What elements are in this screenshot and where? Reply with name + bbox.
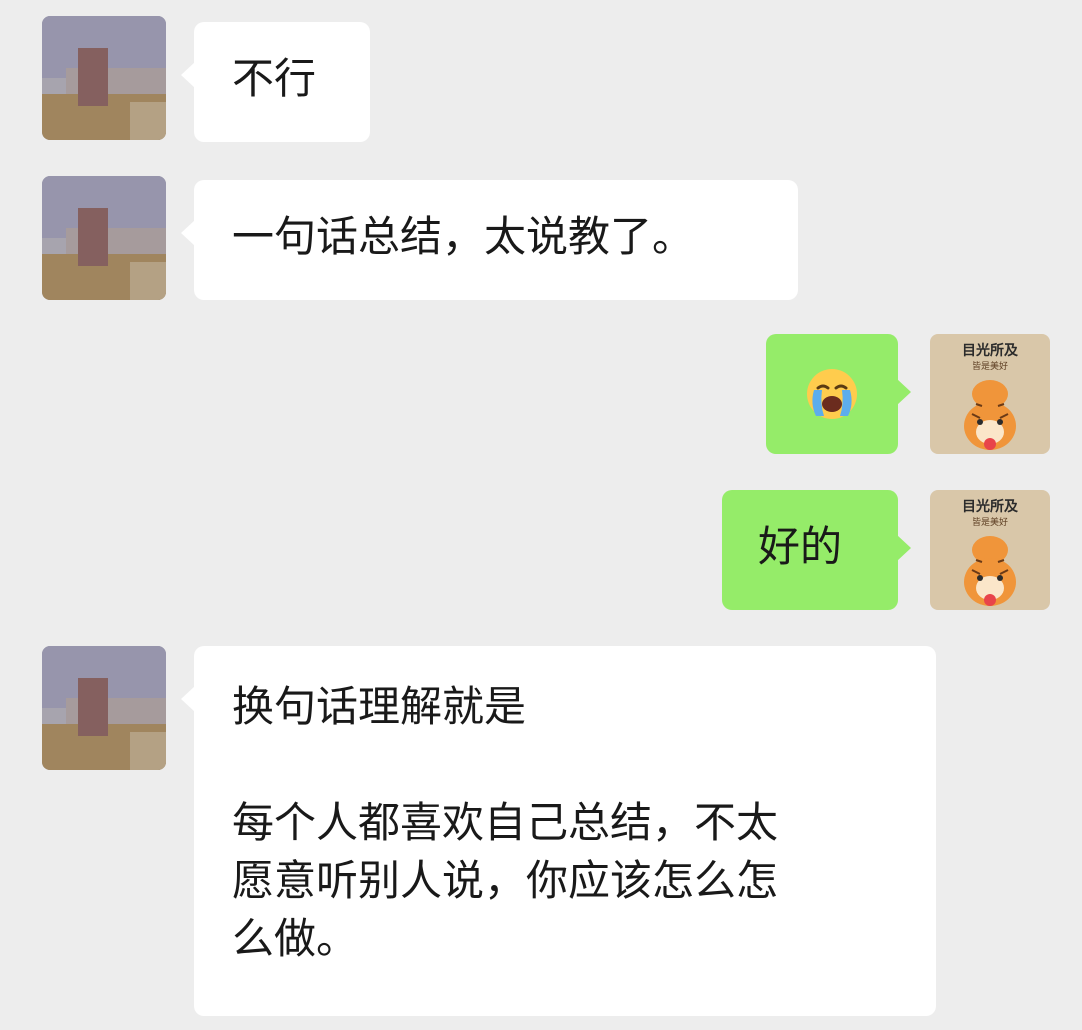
message-text: 不行	[232, 54, 317, 103]
message-bubble-outgoing[interactable]: 好的	[722, 490, 911, 610]
contact-avatar[interactable]	[42, 176, 166, 300]
contact-avatar[interactable]	[42, 646, 166, 770]
message-line: 愿意听别人说，你应该怎么怎	[232, 856, 779, 905]
message-line: 换句话理解就是	[232, 682, 527, 731]
message-text: 一句话总结，太说教了。	[232, 212, 695, 261]
loudly-crying-face-emoji	[807, 369, 857, 419]
message-bubble-incoming[interactable]: 一句话总结，太说教了。	[181, 180, 798, 300]
avatar-caption: 目光所及	[962, 499, 1018, 515]
tiger-icon	[964, 536, 1016, 606]
message-bubble-incoming[interactable]: 不行	[181, 22, 370, 142]
avatar-subcaption: 皆是美好	[971, 518, 1008, 528]
avatar-subcaption: 皆是美好	[971, 362, 1008, 372]
message-line: 每个人都喜欢自己总结，不太	[232, 798, 779, 847]
chat-area: 不行 一句话总结，太说教了。 目光所及 皆是美好 好的 目光所及 皆是美好 换句…	[0, 0, 1082, 1030]
my-avatar[interactable]: 目光所及 皆是美好	[930, 334, 1050, 454]
contact-avatar[interactable]	[42, 16, 166, 140]
message-bubble-incoming[interactable]: 换句话理解就是 每个人都喜欢自己总结，不太 愿意听别人说，你应该怎么怎 么做。	[181, 646, 936, 1016]
message-bubble-outgoing[interactable]	[766, 334, 911, 454]
message-text: 好的	[758, 522, 843, 571]
message-line	[232, 736, 778, 794]
message-line: 么做。	[232, 914, 359, 963]
message-text-block: 换句话理解就是 每个人都喜欢自己总结，不太 愿意听别人说，你应该怎么怎 么做。	[232, 678, 778, 968]
avatar-caption: 目光所及	[962, 343, 1018, 359]
my-avatar[interactable]: 目光所及 皆是美好	[930, 490, 1050, 610]
tiger-icon	[964, 380, 1016, 450]
